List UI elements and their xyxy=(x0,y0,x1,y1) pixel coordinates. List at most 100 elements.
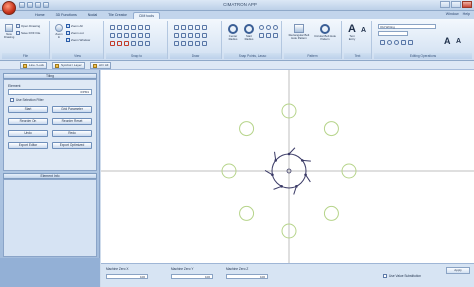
machine-zero-z-input[interactable]: 100 xyxy=(226,274,268,279)
snap-endpoint-icon[interactable] xyxy=(110,25,115,30)
spline-tool-icon[interactable] xyxy=(188,33,193,38)
snap-ortho-icon[interactable] xyxy=(138,41,143,46)
line-tool-icon[interactable] xyxy=(174,25,179,30)
font-select[interactable]: Old Writing xyxy=(378,24,436,29)
help-menu[interactable]: Help xyxy=(463,12,470,16)
snap-z-icon[interactable] xyxy=(124,41,129,46)
machine-zero-y-input[interactable]: 100 xyxy=(171,274,213,279)
italic-icon[interactable] xyxy=(408,40,413,45)
circular-pattern-button[interactable]: Circular Bolt Hole Pattern xyxy=(314,24,336,44)
curve-tool-icon[interactable] xyxy=(195,25,200,30)
center-radius-button[interactable]: Center Radius xyxy=(226,24,240,44)
tab-nodal[interactable]: Nodal xyxy=(83,12,102,19)
maximize-button[interactable] xyxy=(451,1,461,8)
line-lock-button[interactable]: Line / Lock xyxy=(20,62,47,69)
redo-button[interactable]: Redo xyxy=(52,130,92,137)
point-ring-icon[interactable] xyxy=(266,25,271,30)
machine-zero-x-input[interactable]: 100 xyxy=(106,274,148,279)
tab-tile-creator[interactable]: Tile Creator xyxy=(103,12,132,19)
window-menu[interactable]: Window xyxy=(446,12,459,16)
offset-tool-icon[interactable] xyxy=(174,41,179,46)
trim-tool-icon[interactable] xyxy=(188,41,193,46)
minimize-button[interactable] xyxy=(440,1,450,8)
lasso-icon[interactable] xyxy=(259,33,264,38)
snap-x-icon[interactable] xyxy=(110,41,115,46)
editing-icons xyxy=(380,40,413,45)
text-size-a-small-icon[interactable]: A xyxy=(456,38,461,45)
zoom-window-button[interactable]: Zoom Window xyxy=(66,38,90,42)
part-node xyxy=(271,173,274,177)
point-tool-icon[interactable] xyxy=(195,33,200,38)
snap-node-icon[interactable] xyxy=(131,33,136,38)
close-button[interactable] xyxy=(462,1,472,8)
rotate-icon[interactable] xyxy=(387,40,392,45)
grid-parameter-button[interactable]: Grid Parameter xyxy=(52,106,92,113)
mirror-tool-icon[interactable] xyxy=(181,41,186,46)
snap-nearest-icon[interactable] xyxy=(145,25,150,30)
extend-tool-icon[interactable] xyxy=(195,41,200,46)
start-radius-button[interactable]: Start Radius xyxy=(242,24,256,44)
text-entry-button[interactable]: A Text Entry xyxy=(346,24,358,44)
snap-midpoint-icon[interactable] xyxy=(117,25,122,30)
rectangular-pattern-button[interactable]: Rectangular Bolt Hole Pattern xyxy=(288,24,310,44)
drawing-canvas[interactable] xyxy=(101,70,474,263)
align-left-icon[interactable] xyxy=(380,40,385,45)
save-quick-icon[interactable] xyxy=(19,2,25,8)
customize-quick-icon[interactable] xyxy=(43,2,49,8)
symbol-layer-button[interactable]: Symbol / Layer xyxy=(52,62,85,69)
element-input[interactable]: 0/PM1 xyxy=(8,89,92,95)
reorder-on-button[interactable]: Reorder On xyxy=(8,118,48,125)
snap-tangent-icon[interactable] xyxy=(138,25,143,30)
lasso-clear-icon[interactable] xyxy=(273,33,278,38)
start-button[interactable]: Start xyxy=(8,106,48,113)
ellipse-tool-icon[interactable] xyxy=(202,25,207,30)
canvas-svg xyxy=(101,70,474,263)
slot-tool-icon[interactable] xyxy=(202,33,207,38)
tab-home[interactable]: Home xyxy=(30,12,50,19)
fillet-tool-icon[interactable] xyxy=(202,41,207,46)
bold-icon[interactable] xyxy=(401,40,406,45)
redo-quick-icon[interactable] xyxy=(35,2,41,8)
tab-3d-functions[interactable]: 3D Functions xyxy=(51,12,82,19)
snap-y-icon[interactable] xyxy=(117,41,122,46)
all-button[interactable]: All / All xyxy=(90,62,112,69)
lasso-poly-icon[interactable] xyxy=(266,33,271,38)
export-optimized-button[interactable]: Export Optimized xyxy=(52,142,92,149)
new-drawing-button[interactable]: New Drawing xyxy=(4,24,14,44)
polygon-tool-icon[interactable] xyxy=(181,33,186,38)
font-size-select[interactable] xyxy=(378,31,408,36)
value-substitution-checkbox[interactable]: Use Value Substitution xyxy=(383,274,421,278)
snap-track-icon[interactable] xyxy=(145,41,150,46)
snap-grid-icon[interactable] xyxy=(110,33,115,38)
snap-center-icon[interactable] xyxy=(124,25,129,30)
undo-button[interactable]: Undo xyxy=(8,130,48,137)
circle-text-icon[interactable] xyxy=(394,40,399,45)
snap-extension-icon[interactable] xyxy=(138,33,143,38)
machine-zero-z-label: Machine Zero Z xyxy=(226,267,249,271)
snap-intersection-icon[interactable] xyxy=(131,25,136,30)
reorder-reset-button[interactable]: Reorder Reset xyxy=(52,118,92,125)
save-dxf-button[interactable]: Save DXF File xyxy=(16,31,40,35)
tab-cim-tools[interactable]: CIM tools xyxy=(132,12,160,19)
text-small-a-icon[interactable]: A xyxy=(361,27,366,34)
snap-polar-icon[interactable] xyxy=(131,41,136,46)
group-label-snap-points: Snap Points, Lasso xyxy=(224,53,281,59)
polyline-tool-icon[interactable] xyxy=(181,25,186,30)
export-editor-button[interactable]: Export Editor xyxy=(8,142,48,149)
snap-off-icon[interactable] xyxy=(145,33,150,38)
apply-button[interactable]: Apply xyxy=(446,267,470,274)
arc-tool-icon[interactable] xyxy=(188,25,193,30)
zoom-all-button[interactable]: Zoom All xyxy=(66,24,83,28)
text-size-a-icon[interactable]: A xyxy=(444,36,451,46)
open-drawing-button[interactable]: Open Drawing xyxy=(16,24,40,28)
undo-quick-icon[interactable] xyxy=(27,2,33,8)
rect-tool-icon[interactable] xyxy=(174,33,179,38)
snap-quadrant-icon[interactable] xyxy=(124,33,129,38)
application-menu-button[interactable] xyxy=(2,1,16,15)
zoom-out-button[interactable]: Zoom out xyxy=(66,31,84,35)
zoom-in-button[interactable]: Zoom In xyxy=(54,24,64,44)
snap-perp-icon[interactable] xyxy=(117,33,122,38)
selection-filter-checkbox[interactable]: Use Selection Filter xyxy=(10,98,44,102)
point-dot-icon[interactable] xyxy=(273,25,278,30)
point-circle-icon[interactable] xyxy=(259,25,264,30)
